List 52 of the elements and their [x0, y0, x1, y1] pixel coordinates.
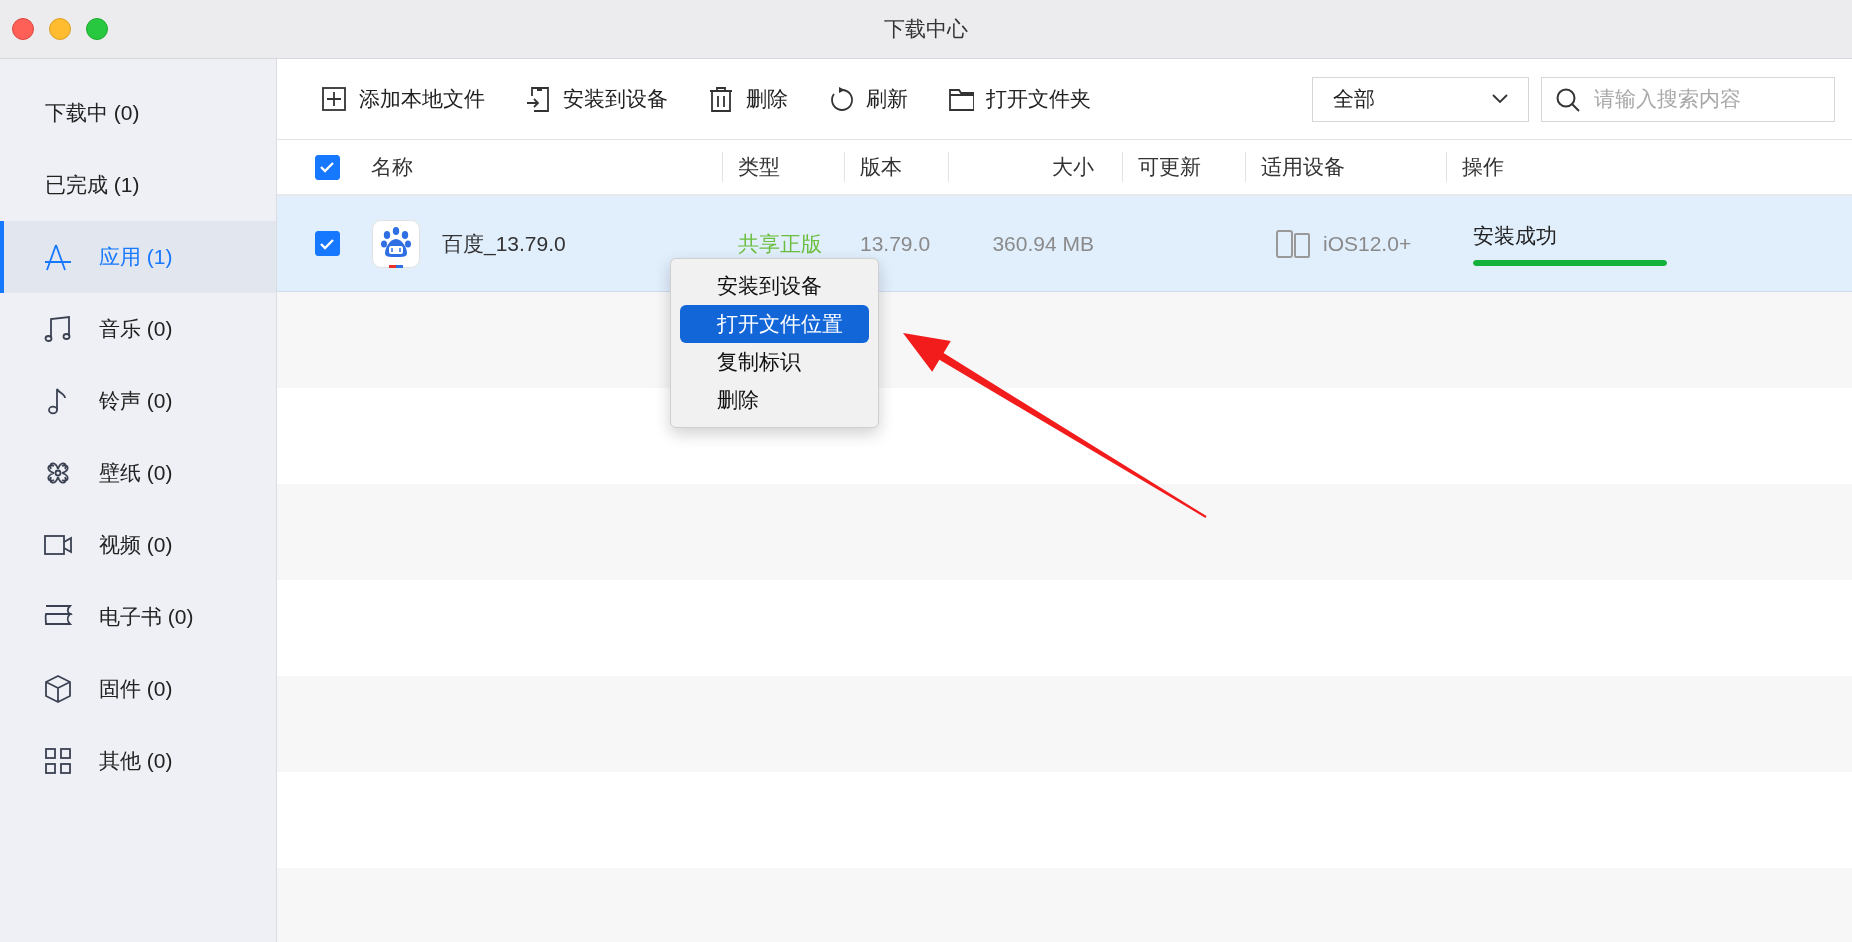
table-cell: 13.79.0	[860, 231, 931, 256]
menu-item[interactable]: 删除	[680, 381, 869, 419]
column-header[interactable]: 大小	[1052, 153, 1094, 181]
menu-item[interactable]: 打开文件位置	[680, 305, 869, 343]
toolbar-button[interactable]: 添加本地文件	[321, 85, 485, 113]
toolbar-button[interactable]: 删除	[708, 85, 788, 113]
refresh-icon	[828, 85, 854, 113]
table-cell: iOS12.0+	[1323, 231, 1412, 256]
filter-dropdown[interactable]: 全部	[1312, 76, 1529, 122]
grid-icon	[43, 746, 73, 776]
checkbox[interactable]	[314, 231, 340, 256]
sidebar-item[interactable]: 其他 (0)	[0, 725, 276, 797]
phone-install-icon	[525, 85, 551, 113]
table-cell-text: 共享正版	[738, 230, 822, 257]
table-cell: 360.94 MB	[992, 231, 1094, 256]
toolbar-button[interactable]: 刷新	[828, 85, 908, 113]
menu-item[interactable]: 复制标识	[680, 343, 869, 381]
music-note-icon	[43, 314, 73, 344]
check-icon	[319, 237, 335, 250]
close-button[interactable]	[12, 18, 34, 40]
column-header[interactable]: 版本	[860, 153, 902, 181]
column-header[interactable]: 操作	[1462, 153, 1504, 181]
zoom-button[interactable]	[86, 18, 108, 40]
search-icon	[1555, 86, 1581, 113]
sidebar-item[interactable]: 音乐 (0)	[0, 293, 276, 365]
column-header[interactable]: 类型	[738, 153, 780, 181]
sidebar-item[interactable]: 固件 (0)	[0, 653, 276, 725]
app-icon	[372, 219, 420, 268]
minimize-button[interactable]	[49, 18, 71, 40]
sidebar-item[interactable]: 已完成 (1)	[0, 149, 276, 221]
caret-icon	[1492, 94, 1508, 104]
sidebar-item[interactable]: 下载中 (0)	[0, 77, 276, 149]
sidebar-item[interactable]: 电子书 (0)	[0, 581, 276, 653]
search-field[interactable]: 请输入搜索内容	[1541, 76, 1835, 122]
sidebar-item[interactable]: 壁纸 (0)	[0, 437, 276, 509]
column-header[interactable]: 可更新	[1138, 153, 1201, 181]
column-header[interactable]: 适用设备	[1261, 153, 1345, 181]
app-store-icon	[43, 242, 73, 272]
checkbox[interactable]	[314, 154, 340, 180]
status-text: 安装成功	[1473, 222, 1557, 249]
cube-icon	[43, 674, 73, 704]
sidebar-item[interactable]: 铃声 (0)	[0, 365, 276, 437]
toolbar-button[interactable]: 打开文件夹	[948, 85, 1091, 113]
trash-icon	[708, 85, 734, 113]
sidebar-item[interactable]: 视频 (0)	[0, 509, 276, 581]
plus-box-icon	[321, 85, 347, 113]
column-header[interactable]: 名称	[371, 153, 413, 181]
window-title: 下载中心	[884, 16, 968, 42]
toolbar-button[interactable]: 安装到设备	[525, 85, 668, 113]
phone-tablet-icon	[1275, 228, 1311, 259]
table-cell-text: 百度_13.79.0	[442, 230, 566, 258]
check-icon	[319, 161, 335, 173]
